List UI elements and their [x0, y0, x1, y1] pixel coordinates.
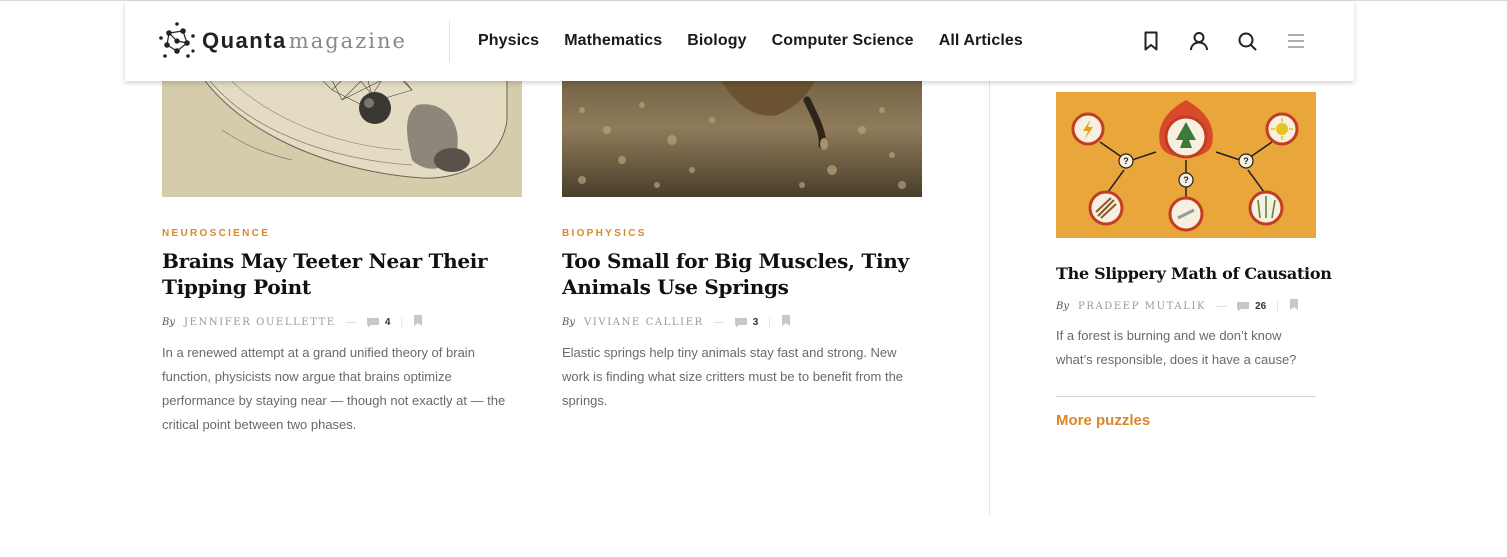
byline-by: By [1056, 300, 1069, 312]
logo-wordmark-light: magazine [288, 29, 407, 53]
column-divider [989, 81, 990, 515]
byline-separator: — [345, 316, 356, 328]
svg-text:?: ? [1183, 175, 1189, 185]
nav-all-articles[interactable]: All Articles [939, 32, 1023, 50]
article-excerpt: In a renewed attempt at a grand unified … [162, 345, 506, 432]
comment-icon [366, 317, 379, 327]
byline-separator: — [1216, 300, 1227, 312]
main-nav: Physics Mathematics Biology Computer Sci… [478, 1, 1048, 81]
logo-wordmark-bold: Quanta [202, 28, 287, 53]
nav-computer-science[interactable]: Computer Science [772, 32, 914, 50]
puzzle-excerpt: If a forest is burning and we don’t know… [1056, 328, 1297, 367]
article-title[interactable]: Too Small for Big Muscles, Tiny Animals … [562, 248, 922, 300]
puzzle-title[interactable]: The Slippery Math of Causation [1056, 264, 1332, 283]
byline-divider: | [768, 316, 771, 328]
quanta-logo-icon [159, 22, 195, 58]
more-puzzles-link[interactable]: More puzzles [1056, 412, 1150, 429]
comment-count: 4 [384, 316, 391, 328]
comment-icon [1237, 301, 1250, 311]
svg-text:?: ? [1123, 156, 1129, 166]
search-icon[interactable] [1235, 29, 1259, 53]
puzzle-byline: By PRADEEP MUTALIK — 26 | [1056, 299, 1299, 313]
article-title[interactable]: Brains May Teeter Near Their Tipping Poi… [162, 248, 522, 300]
byline-divider: | [1276, 300, 1279, 312]
site-header: Quanta magazine Physics Mathematics Biol… [125, 1, 1354, 81]
comment-count: 3 [752, 316, 759, 328]
bookmark-icon[interactable] [1139, 29, 1163, 53]
header-divider [449, 20, 450, 62]
sidebar-divider [1056, 396, 1316, 397]
author-link[interactable]: JENNIFER OUELLETTE [184, 317, 336, 328]
nav-physics[interactable]: Physics [478, 32, 539, 50]
byline-by: By [162, 316, 175, 328]
author-link[interactable]: PRADEEP MUTALIK [1078, 301, 1206, 312]
bookmark-icon[interactable] [781, 315, 791, 329]
comments-link[interactable]: 3 [734, 316, 759, 328]
article-kicker[interactable]: BIOPHYSICS [562, 228, 647, 239]
article-kicker[interactable]: NEUROSCIENCE [162, 228, 270, 239]
puzzle-illustration[interactable]: ??? [1056, 92, 1316, 238]
byline-divider: | [400, 316, 404, 328]
byline-separator: — [713, 316, 724, 328]
article-byline: By JENNIFER OUELLETTE — 4 | [162, 315, 423, 329]
menu-icon[interactable] [1284, 29, 1308, 53]
bookmark-icon[interactable] [413, 315, 423, 329]
user-icon[interactable] [1187, 29, 1211, 53]
nav-mathematics[interactable]: Mathematics [564, 32, 662, 50]
comments-link[interactable]: 26 [1236, 301, 1266, 312]
comment-count: 26 [1255, 300, 1267, 312]
site-logo[interactable]: Quanta magazine [157, 21, 407, 61]
article-byline: By VIVIANE CALLIER — 3 | [562, 315, 791, 329]
nav-biology[interactable]: Biology [687, 32, 746, 50]
bookmark-icon[interactable] [1289, 299, 1299, 313]
svg-text:?: ? [1243, 156, 1249, 166]
comment-icon [734, 317, 747, 327]
byline-by: By [562, 316, 575, 328]
author-link[interactable]: VIVIANE CALLIER [584, 317, 704, 328]
comments-link[interactable]: 4 [366, 316, 391, 328]
article-excerpt: Elastic springs help tiny animals stay f… [562, 345, 904, 408]
